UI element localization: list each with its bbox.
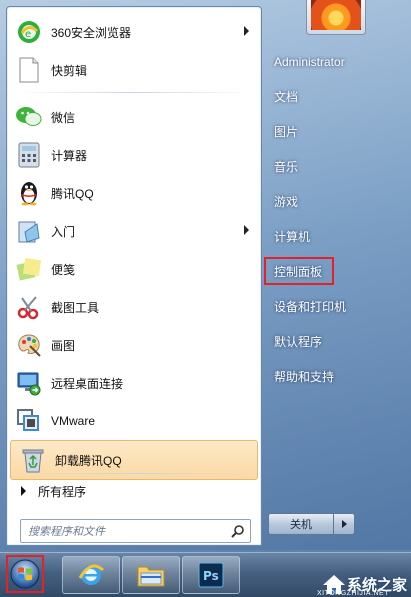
ie-browser-icon (78, 564, 105, 585)
right-item-user[interactable]: Administrator (264, 44, 411, 79)
wechat-icon (15, 103, 43, 131)
right-item-documents[interactable]: 文档 (264, 79, 411, 114)
divider (17, 473, 251, 474)
right-item-games[interactable]: 游戏 (264, 184, 411, 219)
programs-pane: e 360安全浏览器 快剪辑 微信 计算器 腾讯QQ 入门 便笺 截图工具 画图… (6, 6, 262, 546)
svg-text:e: e (25, 29, 31, 40)
search-icon[interactable] (228, 521, 248, 541)
taskbar: Ps 系统之家 XITONGZHIJIA.NET (0, 552, 411, 597)
shutdown-group: 关机 (268, 513, 355, 535)
taskbar-explorer-button[interactable] (122, 556, 180, 594)
program-label: 微信 (51, 110, 76, 125)
avatar-flower-image (311, 0, 361, 30)
right-item-music[interactable]: 音乐 (264, 149, 411, 184)
program-label: 腾讯QQ (51, 186, 94, 201)
start-orb-icon (10, 559, 40, 589)
program-item-wechat[interactable]: 微信 (7, 98, 261, 136)
program-item-kuaijianji[interactable]: 快剪辑 (7, 51, 261, 89)
right-item-default-programs[interactable]: 默认程序 (264, 324, 411, 359)
svg-text:Ps: Ps (203, 569, 219, 583)
program-label: 画图 (51, 338, 76, 353)
sticky-notes-icon (15, 255, 43, 283)
program-item-remote-desktop[interactable]: 远程桌面连接 (7, 364, 261, 402)
start-button[interactable] (6, 555, 44, 593)
program-item-paint[interactable]: 画图 (7, 326, 261, 364)
expand-arrow-icon (21, 486, 26, 496)
vmware-icon (15, 407, 43, 435)
remote-desktop-icon (15, 369, 43, 397)
program-item-qq[interactable]: 腾讯QQ (7, 174, 261, 212)
taskbar-photoshop-button[interactable]: Ps (182, 556, 240, 594)
calculator-icon (15, 141, 43, 169)
submenu-arrow-icon (244, 26, 249, 36)
program-label: 360安全浏览器 (51, 25, 132, 40)
recycle-bin-icon (19, 446, 47, 474)
shutdown-button[interactable]: 关机 (268, 513, 334, 535)
document-icon (15, 56, 43, 84)
shutdown-options-button[interactable] (334, 513, 355, 535)
getting-started-icon (15, 217, 43, 245)
program-label: 远程桌面连接 (51, 376, 124, 391)
chevron-right-icon (341, 520, 347, 528)
program-label: 入门 (51, 224, 76, 239)
program-item-sticky-notes[interactable]: 便笺 (7, 250, 261, 288)
program-list: e 360安全浏览器 快剪辑 微信 计算器 腾讯QQ 入门 便笺 截图工具 画图… (7, 13, 261, 480)
program-label: 计算器 (51, 148, 88, 163)
taskbar-ie-button[interactable] (62, 556, 120, 594)
program-item-vmware[interactable]: VMware (7, 402, 261, 440)
program-label: 便笺 (51, 262, 76, 277)
all-programs-label: 所有程序 (38, 484, 87, 499)
right-item-computer[interactable]: 计算机 (264, 219, 411, 254)
program-label: 卸载腾讯QQ (55, 453, 122, 468)
program-label: 截图工具 (51, 300, 100, 315)
all-programs-button[interactable]: 所有程序 (7, 477, 261, 505)
right-item-help-support[interactable]: 帮助和支持 (264, 359, 411, 394)
paint-palette-icon (15, 331, 43, 359)
photoshop-icon: Ps (198, 562, 224, 588)
right-item-pictures[interactable]: 图片 (264, 114, 411, 149)
program-label: 快剪辑 (51, 63, 88, 78)
divider (17, 92, 251, 93)
browser-360-icon: e (15, 18, 43, 46)
program-item-getting-started[interactable]: 入门 (7, 212, 261, 250)
program-item-snipping-tool[interactable]: 截图工具 (7, 288, 261, 326)
search-placeholder: 搜索程序和文件 (28, 526, 105, 538)
program-item-360-browser[interactable]: e 360安全浏览器 (7, 13, 261, 51)
program-label: VMware (51, 414, 96, 428)
right-item-devices-printers[interactable]: 设备和打印机 (264, 289, 411, 324)
program-item-calculator[interactable]: 计算器 (7, 136, 261, 174)
right-item-control-panel[interactable]: 控制面板 (264, 254, 411, 289)
search-input[interactable]: 搜索程序和文件 (20, 519, 251, 543)
user-avatar[interactable] (306, 0, 366, 35)
right-pane: Administrator 文档 图片 音乐 游戏 计算机 控制面板 设备和打印… (264, 44, 411, 394)
qq-penguin-icon (15, 179, 43, 207)
file-explorer-icon (137, 566, 165, 587)
submenu-arrow-icon (244, 225, 249, 235)
scissors-icon (15, 293, 43, 321)
program-item-uninstall-qq[interactable]: 卸载腾讯QQ (10, 440, 258, 480)
